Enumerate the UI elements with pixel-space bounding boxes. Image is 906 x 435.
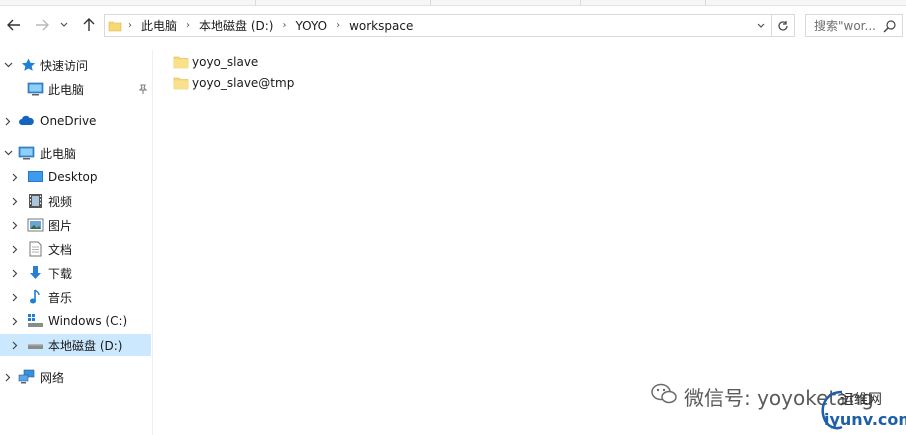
arrow-left-icon [7,19,20,31]
logo-bottom-text: iyunv.com [824,410,906,429]
nav-item-label: 下载 [48,266,73,281]
chevron-right-icon[interactable] [10,340,20,350]
cloud-icon [19,115,34,125]
star-icon [21,58,36,71]
nav-item-this-pc-pinned[interactable]: 此电脑 [0,78,151,100]
breadcrumb-drive-d[interactable]: 本地磁盘 (D:) [196,17,276,34]
file-item-yoyo-slave-tmp[interactable]: yoyo_slave@tmp [173,73,294,93]
search-icon[interactable] [882,18,898,34]
site-logo: 运维网 iyunv.com [816,384,906,435]
navigation-pane: 快速访问 此电脑 OneDrive 此电脑 Desktop 视频 图片 文档 下… [0,50,152,435]
drive-c-icon [28,314,43,327]
nav-item-label: 此电脑 [40,146,77,161]
download-icon [30,266,41,279]
folder-icon [173,77,189,90]
nav-item-onedrive[interactable]: OneDrive [0,110,151,132]
nav-item-label: Desktop [48,170,98,184]
up-button[interactable] [80,16,98,34]
chevron-right-icon[interactable] [10,196,20,206]
nav-item-videos[interactable]: 视频 [0,190,151,212]
chevron-right-icon[interactable] [10,244,20,254]
chevron-right-icon[interactable] [10,172,20,182]
document-icon [29,241,42,257]
nav-item-network[interactable]: 网络 [0,366,151,388]
nav-item-drive-d[interactable]: 本地磁盘 (D:) [0,334,151,356]
breadcrumb-separator[interactable]: › [330,20,346,31]
wechat-icon [651,383,677,404]
computer-icon [18,146,35,160]
music-icon [30,289,40,304]
nav-item-label: 音乐 [48,290,73,305]
chevron-right-icon[interactable] [10,292,20,302]
chevron-down-icon [60,22,68,27]
file-name: yoyo_slave@tmp [192,76,295,90]
breadcrumb-this-pc[interactable]: 此电脑 [138,17,180,34]
nav-item-downloads[interactable]: 下载 [0,262,151,284]
chevron-down-icon[interactable] [3,148,13,158]
nav-item-desktop[interactable]: Desktop [0,166,151,188]
search-placeholder: 搜索"wor... [814,19,876,33]
refresh-button[interactable] [772,14,795,37]
pane-divider[interactable] [152,50,153,435]
navigation-bar: › 此电脑 › 本地磁盘 (D:) › YOYO › workspace 搜索"… [0,6,906,44]
nav-item-label: 网络 [40,370,65,385]
file-name: yoyo_slave [192,55,259,69]
arrow-up-icon [83,18,95,31]
nav-item-label: 此电脑 [48,82,85,97]
folder-icon [108,21,122,31]
refresh-icon [778,20,788,31]
file-item-yoyo-slave[interactable]: yoyo_slave [173,52,258,72]
chevron-right-icon[interactable] [3,372,13,382]
logo-top-text: 运维网 [840,392,882,408]
breadcrumb-separator[interactable]: › [276,20,292,31]
chevron-right-icon[interactable] [10,220,20,230]
drive-icon [28,344,43,349]
arrow-right-icon [36,19,49,31]
breadcrumb-yoyo[interactable]: YOYO [292,19,330,33]
nav-item-quick-access[interactable]: 快速访问 [0,54,151,76]
nav-item-drive-c[interactable]: Windows (C:) [0,310,151,332]
computer-icon [27,82,44,96]
address-history-button[interactable] [754,18,768,34]
recent-locations-button[interactable] [58,16,70,34]
nav-item-label: OneDrive [40,114,97,128]
chevron-right-icon[interactable] [10,316,20,326]
breadcrumb-workspace[interactable]: workspace [346,19,416,33]
desktop-icon [28,171,43,182]
chevron-down-icon[interactable] [3,60,13,70]
nav-item-documents[interactable]: 文档 [0,238,151,260]
chevron-right-icon[interactable] [3,116,13,126]
chevron-down-icon [757,23,765,28]
nav-item-label: Windows (C:) [48,314,128,328]
nav-item-label: 本地磁盘 (D:) [48,338,123,353]
nav-item-music[interactable]: 音乐 [0,286,151,308]
video-icon [29,194,42,208]
back-button[interactable] [5,16,23,34]
folder-icon [173,56,189,69]
network-icon [18,369,35,384]
nav-item-this-pc[interactable]: 此电脑 [0,142,151,164]
nav-item-label: 快速访问 [40,58,89,73]
nav-item-pictures[interactable]: 图片 [0,214,151,236]
search-box[interactable]: 搜索"wor... [805,14,903,37]
nav-item-label: 图片 [48,218,73,233]
breadcrumb-separator[interactable]: › [122,20,138,31]
pin-icon [138,84,148,94]
breadcrumb-separator[interactable]: › [180,20,196,31]
chevron-right-icon[interactable] [10,268,20,278]
forward-button[interactable] [33,16,51,34]
nav-item-label: 文档 [48,242,73,257]
nav-item-label: 视频 [48,194,73,209]
picture-icon [27,218,44,232]
address-bar[interactable]: › 此电脑 › 本地磁盘 (D:) › YOYO › workspace [104,14,772,37]
